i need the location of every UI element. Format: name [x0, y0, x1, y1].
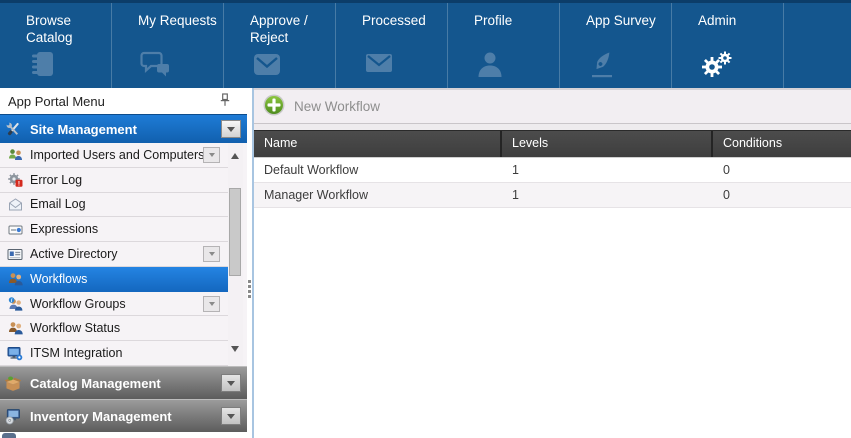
table-header: Name Levels Conditions [254, 130, 851, 157]
envelope-seal-icon [252, 50, 282, 83]
sidebar-item-workflow-status[interactable]: Workflow Status [0, 316, 228, 341]
sidebar-item-error-log[interactable]: ! Error Log [0, 168, 228, 193]
nav-tab-profile[interactable]: Profile [448, 0, 560, 88]
top-nav: Browse Catalog My Requests Approve / Rej… [0, 0, 851, 88]
nav-tab-label: Browse Catalog [26, 12, 110, 46]
group-dropdown-button[interactable] [221, 407, 241, 425]
new-workflow-button[interactable]: New Workflow [263, 94, 380, 119]
item-dropdown-button[interactable] [203, 246, 220, 262]
sidebar-item-expressions[interactable]: Expressions [0, 217, 228, 242]
users-computers-icon [6, 147, 24, 163]
nav-tab-processed[interactable]: Processed [336, 0, 448, 88]
column-header-conditions[interactable]: Conditions [713, 131, 851, 157]
group-label: Catalog Management [30, 376, 161, 391]
sidebar-item-label: Imported Users and Computers [30, 148, 204, 162]
notebook-icon [28, 50, 58, 83]
sidebar-item-label: ITSM Integration [30, 346, 122, 360]
sidebar-group-site-management[interactable]: Site Management [0, 114, 247, 143]
sidebar: App Portal Menu Site Management Imported… [0, 88, 252, 438]
monitor-gear-icon [6, 345, 24, 361]
nav-tab-label: App Survey [586, 12, 670, 29]
email-icon [6, 196, 24, 212]
group-label: Site Management [30, 122, 137, 137]
people-info-icon: i [6, 296, 24, 312]
next-group-peek-icon [2, 433, 16, 438]
pin-icon[interactable] [220, 93, 230, 110]
id-card-icon [6, 246, 24, 262]
nav-tab-browse-catalog[interactable]: Browse Catalog [0, 0, 112, 88]
sidebar-item-label: Email Log [30, 197, 86, 211]
tools-icon [4, 121, 22, 137]
sidebar-item-itsm-integration[interactable]: ITSM Integration [0, 341, 228, 366]
envelope-icon [364, 50, 394, 81]
nav-tab-label: My Requests [138, 12, 222, 29]
cell-levels: 1 [502, 158, 713, 182]
app-portal-window: Browse Catalog My Requests Approve / Rej… [0, 0, 851, 438]
scroll-up-arrow[interactable] [231, 153, 239, 159]
sidebar-group-catalog-management[interactable]: Catalog Management [0, 366, 247, 399]
column-header-levels[interactable]: Levels [502, 131, 713, 157]
sidebar-item-workflows[interactable]: Workflows [0, 267, 228, 292]
nav-tab-approve-reject[interactable]: Approve / Reject [224, 0, 336, 88]
content-toolbar: New Workflow [254, 90, 851, 124]
sidebar-item-workflow-groups[interactable]: i Workflow Groups [0, 292, 228, 317]
sidebar-item-label: Active Directory [30, 247, 118, 261]
group-label: Inventory Management [30, 409, 172, 424]
nav-tab-label: Approve / Reject [250, 12, 334, 46]
gears-icon [700, 50, 734, 85]
column-header-name[interactable]: Name [254, 131, 502, 157]
cell-conditions: 0 [713, 158, 851, 182]
sidebar-title-bar: App Portal Menu [0, 88, 252, 114]
cell-levels: 1 [502, 183, 713, 207]
table-row-default-workflow[interactable]: Default Workflow 1 0 [254, 158, 851, 183]
sidebar-group-inventory-management[interactable]: Inventory Management [0, 399, 247, 432]
nav-tab-app-survey[interactable]: App Survey [560, 0, 672, 88]
table-row-manager-workflow[interactable]: Manager Workflow 1 0 [254, 183, 851, 208]
sidebar-title: App Portal Menu [8, 94, 105, 109]
cell-name: Default Workflow [254, 158, 502, 182]
item-dropdown-button[interactable] [203, 296, 220, 312]
scrollbar-thumb[interactable] [229, 188, 241, 276]
group-dropdown-button[interactable] [221, 120, 241, 138]
add-icon [263, 94, 285, 119]
group-dropdown-button[interactable] [221, 374, 241, 392]
sidebar-item-active-directory[interactable]: Active Directory [0, 242, 228, 267]
nav-tab-admin[interactable]: Admin [672, 0, 784, 88]
nav-tab-my-requests[interactable]: My Requests [112, 0, 224, 88]
person-icon [476, 50, 504, 83]
expression-box-icon [6, 221, 24, 237]
pen-nib-icon [588, 50, 616, 83]
package-icon [4, 375, 22, 391]
chat-bubbles-icon [140, 50, 172, 83]
nav-tab-label: Processed [362, 12, 446, 29]
sidebar-item-email-log[interactable]: Email Log [0, 193, 228, 218]
people-status-icon [6, 320, 24, 336]
svg-text:!: ! [18, 181, 20, 188]
sidebar-item-label: Workflow Groups [30, 297, 126, 311]
scroll-down-arrow[interactable] [231, 346, 239, 352]
error-gear-icon: ! [6, 172, 24, 188]
new-workflow-label: New Workflow [294, 99, 380, 114]
nav-spacer [784, 0, 851, 88]
computer-disc-icon [4, 408, 22, 424]
item-dropdown-button[interactable] [203, 147, 220, 163]
sidebar-item-label: Workflows [30, 272, 87, 286]
sidebar-scrollbar[interactable] [228, 143, 243, 366]
people-icon [6, 271, 24, 287]
nav-tab-label: Profile [474, 12, 558, 29]
sidebar-item-label: Workflow Status [30, 321, 120, 335]
sidebar-item-label: Error Log [30, 173, 82, 187]
nav-tab-label: Admin [698, 12, 782, 29]
main-content: New Workflow Name Levels Conditions Defa… [254, 88, 851, 438]
sidebar-item-list: Imported Users and Computers ! Error Log… [0, 143, 247, 366]
sidebar-item-label: Expressions [30, 222, 98, 236]
cell-conditions: 0 [713, 183, 851, 207]
sidebar-item-imported-users-and-computers[interactable]: Imported Users and Computers [0, 143, 228, 168]
cell-name: Manager Workflow [254, 183, 502, 207]
